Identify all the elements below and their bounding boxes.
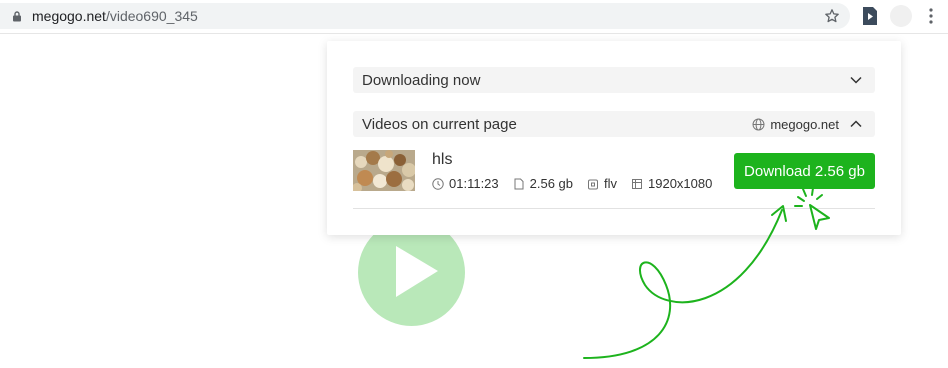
videos-on-page-label: Videos on current page <box>362 116 517 133</box>
videos-on-page-header[interactable]: Videos on current page megogo.net <box>353 111 875 137</box>
format-icon <box>588 179 599 189</box>
duration-value: 01:11:23 <box>449 176 499 191</box>
resolution-icon <box>632 178 643 189</box>
downloading-now-header[interactable]: Downloading now <box>353 67 875 93</box>
format-item: flv <box>587 176 617 191</box>
download-button[interactable]: Download 2.56 gb <box>734 153 875 189</box>
lock-icon[interactable] <box>12 11 22 22</box>
resolution-value: 1920x1080 <box>648 176 713 191</box>
site-domain-label: megogo.net <box>770 117 839 132</box>
extension-icon[interactable] <box>862 6 878 26</box>
video-title: hls <box>432 151 453 168</box>
url-text: megogo.net/video690_345 <box>32 8 198 24</box>
site-domain: megogo.net <box>752 117 839 132</box>
downloader-popup: Downloading now Videos on current page m… <box>327 41 901 235</box>
clock-icon <box>432 177 444 190</box>
globe-icon <box>752 118 765 131</box>
file-icon <box>514 178 524 189</box>
profile-avatar[interactable] <box>890 5 912 27</box>
bookmark-star-icon[interactable] <box>824 8 840 24</box>
video-thumbnail <box>353 150 415 191</box>
size-value: 2.56 gb <box>529 176 574 191</box>
chevron-up-icon[interactable] <box>849 118 863 130</box>
video-meta: 01:11:23 2.56 gb flv 1920x1080 <box>432 176 712 191</box>
format-value: flv <box>604 176 618 191</box>
video-play-button[interactable] <box>358 219 465 326</box>
chevron-down-icon[interactable] <box>849 74 863 86</box>
play-icon <box>396 246 438 297</box>
divider <box>353 208 875 209</box>
duration-item: 01:11:23 <box>432 176 499 191</box>
url-domain: megogo.net <box>32 8 106 24</box>
resolution-item: 1920x1080 <box>631 176 712 191</box>
downloading-now-label: Downloading now <box>362 72 481 89</box>
address-bar[interactable]: megogo.net/video690_345 <box>0 3 850 29</box>
browser-toolbar: megogo.net/video690_345 <box>0 0 948 34</box>
size-item: 2.56 gb <box>513 176 573 191</box>
url-path: /video690_345 <box>105 8 198 24</box>
kebab-menu-icon[interactable] <box>926 7 936 25</box>
